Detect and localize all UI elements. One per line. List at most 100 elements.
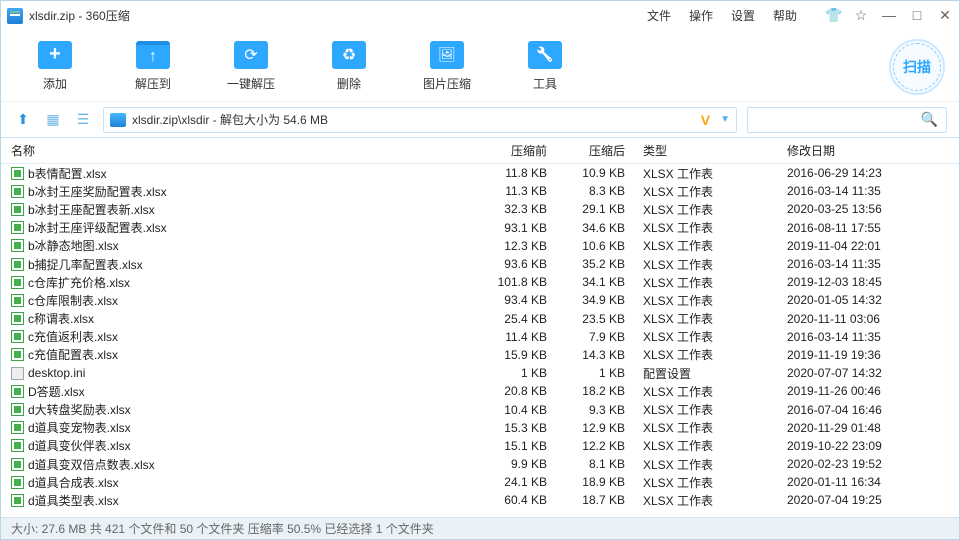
tools-button[interactable]: 工具	[505, 41, 585, 92]
menu-file[interactable]: 文件	[647, 7, 671, 24]
menu-operate[interactable]: 操作	[689, 7, 713, 24]
size-after: 12.9 KB	[559, 421, 637, 435]
file-type: XLSX 工作表	[637, 346, 781, 363]
zip-icon	[110, 113, 126, 127]
table-row[interactable]: c充值返利表.xlsx11.4 KB7.9 KBXLSX 工作表2016-03-…	[1, 328, 959, 346]
scan-button[interactable]: 扫描	[889, 39, 945, 95]
file-date: 2020-01-11 16:34	[781, 475, 959, 489]
file-date: 2016-08-11 17:55	[781, 221, 959, 235]
v-badge-icon[interactable]: V	[701, 112, 710, 128]
status-bar: 大小: 27.6 MB 共 421 个文件和 50 个文件夹 压缩率 50.5%…	[1, 517, 959, 539]
size-before: 15.3 KB	[479, 421, 559, 435]
file-name: d道具变宠物表.xlsx	[28, 419, 131, 436]
up-icon[interactable]: ⬆	[13, 110, 33, 130]
menubar: 文件 操作 设置 帮助	[647, 7, 797, 24]
skin-icon[interactable]: 👕	[825, 7, 841, 24]
delete-button[interactable]: 删除	[309, 41, 389, 92]
table-row[interactable]: b捕捉几率配置表.xlsx93.6 KB35.2 KBXLSX 工作表2016-…	[1, 255, 959, 273]
header-date[interactable]: 修改日期	[781, 142, 959, 159]
file-date: 2016-03-14 11:35	[781, 257, 959, 271]
size-after: 18.2 KB	[559, 384, 637, 398]
scan-label: 扫描	[903, 57, 931, 77]
table-row[interactable]: d道具合成表.xlsx24.1 KB18.9 KBXLSX 工作表2020-01…	[1, 473, 959, 491]
menu-settings[interactable]: 设置	[731, 7, 755, 24]
table-row[interactable]: b冰静态地图.xlsx12.3 KB10.6 KBXLSX 工作表2019-11…	[1, 237, 959, 255]
star-icon[interactable]: ☆	[853, 7, 869, 24]
file-name: c仓库扩充价格.xlsx	[28, 274, 130, 291]
file-type: XLSX 工作表	[637, 383, 781, 400]
grid-body[interactable]: b表情配置.xlsx11.8 KB10.9 KBXLSX 工作表2016-06-…	[1, 164, 959, 514]
size-before: 11.8 KB	[479, 166, 559, 180]
table-row[interactable]: c仓库扩充价格.xlsx101.8 KB34.1 KBXLSX 工作表2019-…	[1, 273, 959, 291]
file-name: d道具合成表.xlsx	[28, 474, 119, 491]
file-type: XLSX 工作表	[637, 274, 781, 291]
file-date: 2016-03-14 11:35	[781, 184, 959, 198]
size-after: 35.2 KB	[559, 257, 637, 271]
table-row[interactable]: d大转盘奖励表.xlsx10.4 KB9.3 KBXLSX 工作表2016-07…	[1, 400, 959, 418]
file-name: d大转盘奖励表.xlsx	[28, 401, 131, 418]
table-row[interactable]: c称谓表.xlsx25.4 KB23.5 KBXLSX 工作表2020-11-1…	[1, 310, 959, 328]
file-name: b表情配置.xlsx	[28, 165, 107, 182]
table-row[interactable]: c仓库限制表.xlsx93.4 KB34.9 KBXLSX 工作表2020-01…	[1, 291, 959, 309]
table-row[interactable]: desktop.ini1 KB1 KB配置设置2020-07-07 14:32	[1, 364, 959, 382]
grid-view-icon[interactable]: ▦	[43, 110, 63, 130]
chevron-down-icon[interactable]: ▼	[720, 114, 730, 125]
header-after[interactable]: 压缩后	[559, 142, 637, 159]
path-input[interactable]: xlsdir.zip\xlsdir - 解包大小为 54.6 MB V ▼	[103, 107, 737, 133]
file-name: b捕捉几率配置表.xlsx	[28, 256, 143, 273]
table-row[interactable]: d道具类型表.xlsx60.4 KB18.7 KBXLSX 工作表2020-07…	[1, 491, 959, 509]
size-before: 20.8 KB	[479, 384, 559, 398]
size-before: 12.3 KB	[479, 239, 559, 253]
file-name: d道具变伙伴表.xlsx	[28, 437, 131, 454]
add-button[interactable]: 添加	[15, 41, 95, 92]
file-type: XLSX 工作表	[637, 401, 781, 418]
file-name: d道具类型表.xlsx	[28, 492, 119, 509]
onekey-label: 一键解压	[227, 75, 275, 92]
size-after: 18.7 KB	[559, 493, 637, 507]
grid-header: 名称 压缩前 压缩后 类型 修改日期	[1, 138, 959, 164]
size-before: 15.9 KB	[479, 348, 559, 362]
window-title: xlsdir.zip - 360压缩	[29, 7, 130, 24]
table-row[interactable]: b冰封王座奖励配置表.xlsx11.3 KB8.3 KBXLSX 工作表2016…	[1, 182, 959, 200]
search-input[interactable]: 🔍	[747, 107, 947, 133]
file-icon	[11, 348, 24, 361]
onekey-button[interactable]: 一键解压	[211, 41, 291, 92]
size-after: 34.1 KB	[559, 275, 637, 289]
file-date: 2020-11-11 03:06	[781, 312, 959, 326]
table-row[interactable]: b冰封王座配置表新.xlsx32.3 KB29.1 KBXLSX 工作表2020…	[1, 200, 959, 218]
table-row[interactable]: D答题.xlsx20.8 KB18.2 KBXLSX 工作表2019-11-26…	[1, 382, 959, 400]
image-compress-button[interactable]: 图片压缩	[407, 41, 487, 92]
file-type: XLSX 工作表	[637, 328, 781, 345]
menu-help[interactable]: 帮助	[773, 7, 797, 24]
tools-label: 工具	[533, 75, 557, 92]
size-before: 93.1 KB	[479, 221, 559, 235]
file-type: XLSX 工作表	[637, 474, 781, 491]
file-type: XLSX 工作表	[637, 492, 781, 509]
header-name[interactable]: 名称	[1, 142, 479, 159]
file-name: b冰静态地图.xlsx	[28, 237, 119, 254]
table-row[interactable]: d道具变宠物表.xlsx15.3 KB12.9 KBXLSX 工作表2020-1…	[1, 419, 959, 437]
close-button[interactable]: ✕	[937, 7, 953, 24]
list-view-icon[interactable]: ☰	[73, 110, 93, 130]
table-row[interactable]: d道具变伙伴表.xlsx15.1 KB12.2 KBXLSX 工作表2019-1…	[1, 437, 959, 455]
file-type: XLSX 工作表	[637, 237, 781, 254]
extract-button[interactable]: 解压到	[113, 41, 193, 92]
file-name: c充值返利表.xlsx	[28, 328, 118, 345]
table-row[interactable]: c充值配置表.xlsx15.9 KB14.3 KBXLSX 工作表2019-11…	[1, 346, 959, 364]
size-after: 10.9 KB	[559, 166, 637, 180]
table-row[interactable]: b表情配置.xlsx11.8 KB10.9 KBXLSX 工作表2016-06-…	[1, 164, 959, 182]
table-row[interactable]: d道具变双倍点数表.xlsx9.9 KB8.1 KBXLSX 工作表2020-0…	[1, 455, 959, 473]
header-type[interactable]: 类型	[637, 142, 781, 159]
maximize-button[interactable]: □	[909, 7, 925, 24]
file-type: XLSX 工作表	[637, 201, 781, 218]
tools-icon	[528, 41, 562, 69]
size-before: 9.9 KB	[479, 457, 559, 471]
table-row[interactable]: b冰封王座评级配置表.xlsx93.1 KB34.6 KBXLSX 工作表201…	[1, 219, 959, 237]
minimize-button[interactable]: —	[881, 7, 897, 24]
size-after: 34.9 KB	[559, 293, 637, 307]
onekey-icon	[234, 41, 268, 69]
file-date: 2020-03-25 13:56	[781, 202, 959, 216]
file-icon	[11, 403, 24, 416]
file-date: 2016-03-14 11:35	[781, 330, 959, 344]
header-before[interactable]: 压缩前	[479, 142, 559, 159]
